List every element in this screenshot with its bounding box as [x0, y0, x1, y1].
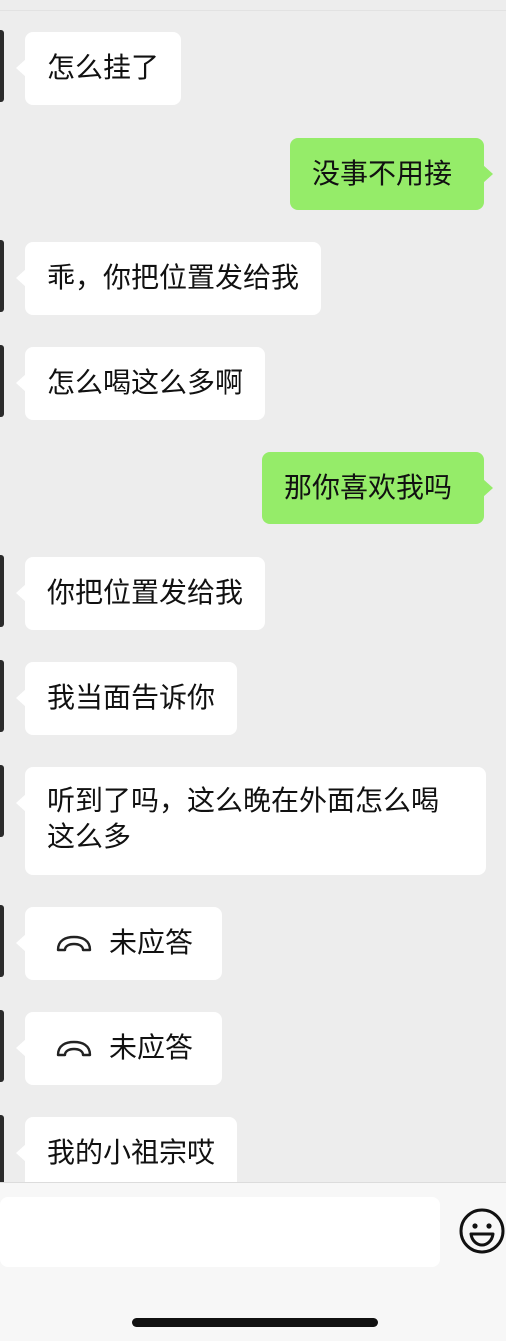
missed-call-bubble[interactable]: 未应答 [16, 907, 222, 980]
avatar[interactable] [0, 905, 4, 977]
message-bubble-outgoing[interactable]: 那你喜欢我吗 [262, 452, 493, 524]
call-status-text: 未应答 [109, 926, 194, 959]
phone-hangup-icon [55, 1040, 93, 1058]
message-text: 那你喜欢我吗 [284, 471, 453, 504]
home-indicator[interactable] [132, 1318, 378, 1327]
message-bubble-incoming[interactable]: 怎么喝这么多啊 [15, 347, 266, 420]
message-text: 怎么喝这么多啊 [47, 366, 244, 399]
top-divider [0, 10, 506, 11]
message-text: 我当面告诉你 [47, 681, 216, 714]
avatar[interactable] [0, 660, 4, 732]
message-bubble-incoming[interactable]: 我当面告诉你 [15, 662, 238, 735]
avatar[interactable] [0, 1115, 4, 1187]
message-bubble-incoming[interactable]: 听到了吗，这么晚在外面怎么喝这么多 [16, 767, 486, 875]
message-text: 听到了吗，这么晚在外面怎么喝这么多 [47, 784, 440, 853]
emoji-button[interactable] [458, 1207, 506, 1257]
message-bubble-incoming[interactable]: 我的小祖宗哎 [15, 1117, 238, 1190]
avatar[interactable] [0, 1010, 4, 1082]
message-bubble-incoming[interactable]: 你把位置发给我 [15, 557, 266, 630]
message-text: 怎么挂了 [47, 51, 160, 84]
avatar[interactable] [0, 30, 4, 102]
message-bubble-outgoing[interactable]: 没事不用接 [290, 138, 493, 210]
avatar[interactable] [0, 555, 4, 627]
call-status-text: 未应答 [109, 1031, 194, 1064]
smiley-face-icon [459, 1208, 505, 1254]
avatar[interactable] [0, 240, 4, 312]
message-bubble-incoming[interactable]: 乖，你把位置发给我 [15, 242, 322, 315]
phone-hangup-icon [55, 935, 93, 953]
message-text: 乖，你把位置发给我 [47, 261, 300, 294]
message-input[interactable] [0, 1197, 440, 1267]
message-text: 我的小祖宗哎 [47, 1136, 216, 1169]
message-text: 你把位置发给我 [47, 576, 244, 609]
message-text: 没事不用接 [312, 157, 453, 190]
avatar[interactable] [0, 765, 4, 837]
avatar[interactable] [0, 345, 4, 417]
missed-call-bubble[interactable]: 未应答 [16, 1012, 222, 1085]
message-bubble-incoming[interactable]: 怎么挂了 [15, 32, 182, 105]
